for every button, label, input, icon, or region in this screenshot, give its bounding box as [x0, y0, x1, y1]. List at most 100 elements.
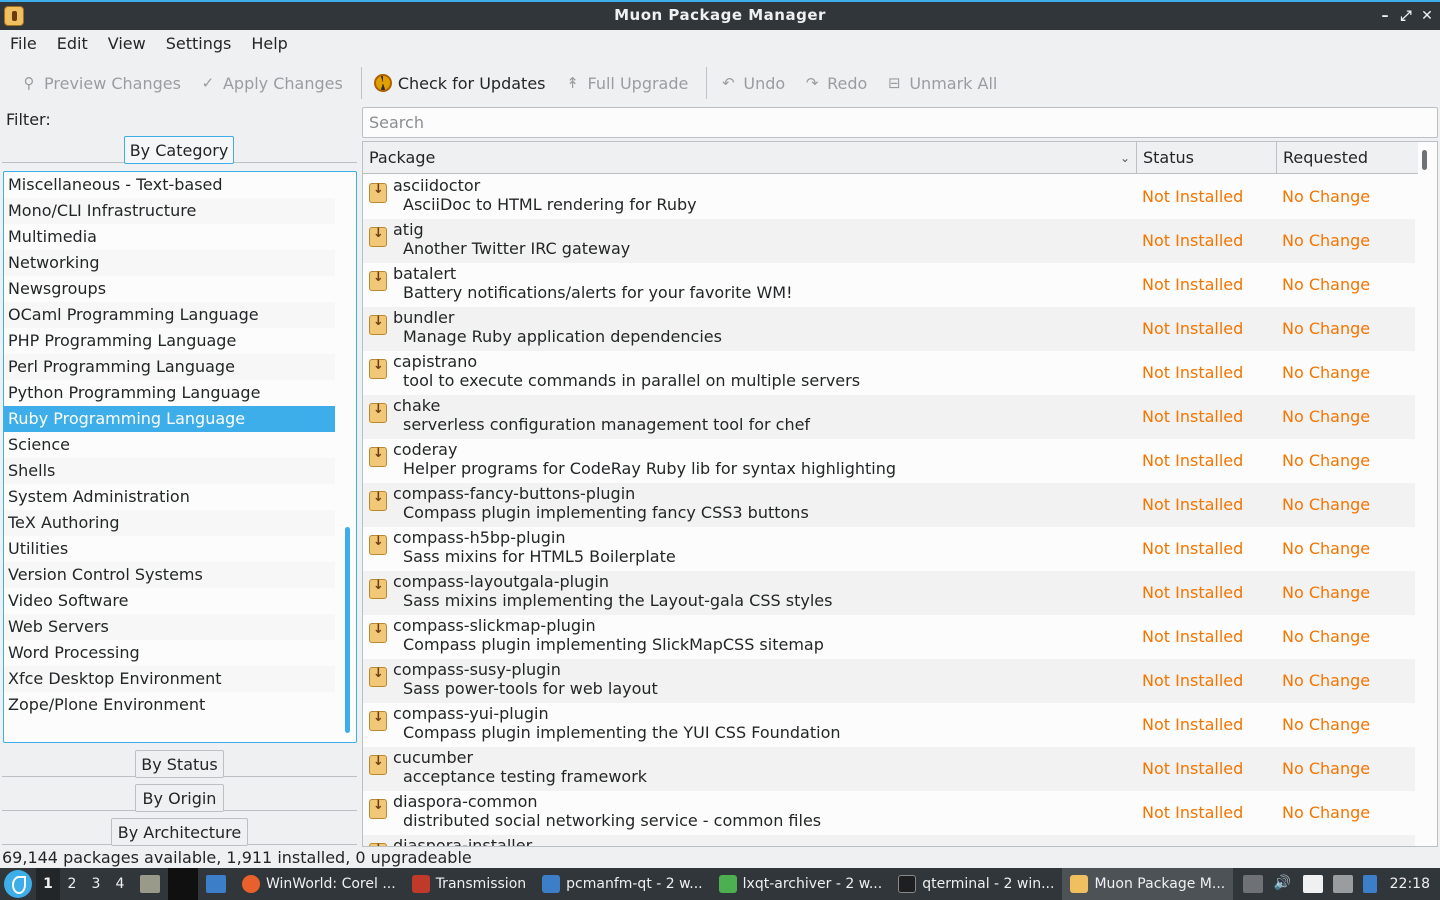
package-row[interactable]: bundlerManage Ruby application dependenc…: [363, 307, 1415, 351]
category-item[interactable]: Newsgroups: [4, 276, 335, 302]
package-status: Not Installed: [1142, 363, 1244, 382]
search-input[interactable]: [362, 107, 1438, 138]
category-item[interactable]: System Administration: [4, 484, 335, 510]
task-winworld[interactable]: WinWorld: Corel ...: [234, 868, 404, 900]
firefox-icon: [242, 875, 260, 893]
task-pcmanfm[interactable]: pcmanfm-qt - 2 w...: [534, 868, 711, 900]
package-requested: No Change: [1282, 627, 1371, 646]
filter-label: Filter:: [6, 110, 51, 129]
category-item[interactable]: TeX Authoring: [4, 510, 335, 536]
volume-icon[interactable]: 🔊: [1273, 875, 1293, 893]
clipboard-icon[interactable]: [1302, 875, 1323, 893]
tray-app-icon[interactable]: [1242, 875, 1263, 893]
start-menu-icon[interactable]: [4, 870, 32, 898]
package-row[interactable]: compass-slickmap-pluginCompass plugin im…: [363, 615, 1415, 659]
package-row[interactable]: compass-h5bp-pluginSass mixins for HTML5…: [363, 527, 1415, 571]
package-row[interactable]: capistranotool to execute commands in pa…: [363, 351, 1415, 395]
category-item[interactable]: Networking: [4, 250, 335, 276]
workspace-1[interactable]: 1: [36, 868, 60, 900]
category-item[interactable]: Video Software: [4, 588, 335, 614]
package-row[interactable]: diaspora-installer: [363, 835, 1415, 846]
package-row[interactable]: asciidoctorAsciiDoc to HTML rendering fo…: [363, 175, 1415, 219]
package-name: coderay: [393, 440, 458, 459]
package-table[interactable]: Package ⌄ Status Requested asciidoctorAs…: [362, 141, 1438, 847]
workspace-4[interactable]: 4: [108, 876, 132, 892]
package-row[interactable]: atigAnother Twitter IRC gateway Not Insta…: [363, 219, 1415, 263]
package-status: Not Installed: [1142, 539, 1244, 558]
package-row[interactable]: coderayHelper programs for CodeRay Ruby …: [363, 439, 1415, 483]
workspace-3[interactable]: 3: [84, 876, 108, 892]
by-architecture-tab[interactable]: By Architecture: [111, 818, 248, 846]
category-item[interactable]: OCaml Programming Language: [4, 302, 335, 328]
package-scrollbar[interactable]: [1422, 150, 1427, 170]
task-label: lxqt-archiver - 2 w...: [742, 876, 883, 892]
package-row[interactable]: compass-layoutgala-pluginSass mixins imp…: [363, 571, 1415, 615]
package-row[interactable]: compass-yui-pluginCompass plugin impleme…: [363, 703, 1415, 747]
category-item[interactable]: Shells: [4, 458, 335, 484]
column-header-package[interactable]: Package ⌄: [363, 142, 1137, 174]
check-for-updates-button[interactable]: Check for Updates: [368, 65, 558, 101]
category-item[interactable]: Multimedia: [4, 224, 335, 250]
full-upgrade-button[interactable]: ↟ Full Upgrade: [558, 65, 701, 101]
workspace-2[interactable]: 2: [60, 876, 84, 892]
category-item[interactable]: Zope/Plone Environment: [4, 692, 335, 718]
menu-view[interactable]: View: [98, 30, 156, 60]
package-requested: No Change: [1282, 319, 1371, 338]
category-item[interactable]: Perl Programming Language: [4, 354, 335, 380]
category-item-selected[interactable]: Ruby Programming Language: [4, 406, 335, 432]
category-item[interactable]: Word Processing: [4, 640, 335, 666]
task-qterminal[interactable]: qterminal - 2 win...: [890, 868, 1062, 900]
package-name: chake: [393, 396, 441, 415]
package-row[interactable]: compass-susy-pluginSass power-tools for …: [363, 659, 1415, 703]
package-row[interactable]: batalertBattery notifications/alerts for…: [363, 263, 1415, 307]
clock[interactable]: 22:18: [1382, 876, 1440, 892]
package-row[interactable]: diaspora-commondistributed social networ…: [363, 791, 1415, 835]
minimize-button[interactable]: –: [1374, 5, 1396, 27]
menu-edit[interactable]: Edit: [47, 30, 98, 60]
column-header-status[interactable]: Status: [1137, 142, 1277, 174]
by-origin-tab[interactable]: By Origin: [135, 784, 224, 812]
menu-help[interactable]: Help: [241, 30, 297, 60]
package-status: Not Installed: [1142, 231, 1244, 250]
package-row[interactable]: chakeserverless configuration management…: [363, 395, 1415, 439]
monitor-icon[interactable]: [1332, 875, 1353, 893]
package-description: Sass mixins implementing the Layout-gala…: [403, 591, 833, 610]
unmark-all-button[interactable]: ⊟ Unmark All: [879, 65, 1009, 101]
category-item[interactable]: Utilities: [4, 536, 335, 562]
category-item[interactable]: Web Servers: [4, 614, 335, 640]
menu-settings[interactable]: Settings: [156, 30, 242, 60]
package-requested: No Change: [1282, 495, 1371, 514]
category-item[interactable]: PHP Programming Language: [4, 328, 335, 354]
task-lxqt-archiver[interactable]: lxqt-archiver - 2 w...: [711, 868, 891, 900]
category-item[interactable]: Science: [4, 432, 335, 458]
package-requested: No Change: [1282, 231, 1371, 250]
package-description: tool to execute commands in parallel on …: [403, 371, 861, 390]
task-transmission[interactable]: Transmission: [404, 868, 534, 900]
task-muon[interactable]: Muon Package M...: [1062, 868, 1234, 900]
package-row[interactable]: compass-fancy-buttons-pluginCompass plug…: [363, 483, 1415, 527]
category-item[interactable]: Miscellaneous - Text-based: [4, 172, 335, 198]
preview-changes-button[interactable]: ⚲ Preview Changes: [14, 65, 193, 101]
apply-changes-button[interactable]: ✓ Apply Changes: [193, 65, 355, 101]
category-list[interactable]: Miscellaneous - Text-based Mono/CLI Infr…: [3, 171, 357, 743]
package-download-icon: [369, 314, 387, 335]
package-requested: No Change: [1282, 715, 1371, 734]
redo-button[interactable]: ↷ Redo: [797, 65, 879, 101]
file-manager-launcher-icon[interactable]: [206, 875, 226, 893]
maximize-button[interactable]: ⤢: [1395, 5, 1417, 27]
by-status-tab[interactable]: By Status: [135, 750, 224, 778]
unmark-all-label: Unmark All: [909, 73, 998, 93]
column-header-requested[interactable]: Requested: [1277, 142, 1418, 174]
close-button[interactable]: ✕: [1416, 5, 1438, 27]
menu-file[interactable]: File: [0, 30, 47, 60]
category-item[interactable]: Python Programming Language: [4, 380, 335, 406]
undo-button[interactable]: ↶ Undo: [713, 65, 797, 101]
category-item[interactable]: Mono/CLI Infrastructure: [4, 198, 335, 224]
category-item[interactable]: Xfce Desktop Environment: [4, 666, 335, 692]
update-notifier-icon[interactable]: [1362, 875, 1377, 893]
by-category-tab[interactable]: By Category: [124, 136, 234, 164]
show-desktop-icon[interactable]: [140, 875, 160, 893]
category-item[interactable]: Version Control Systems: [4, 562, 335, 588]
category-scrollbar[interactable]: [345, 527, 350, 733]
package-row[interactable]: cucumberacceptance testing framework Not …: [363, 747, 1415, 791]
